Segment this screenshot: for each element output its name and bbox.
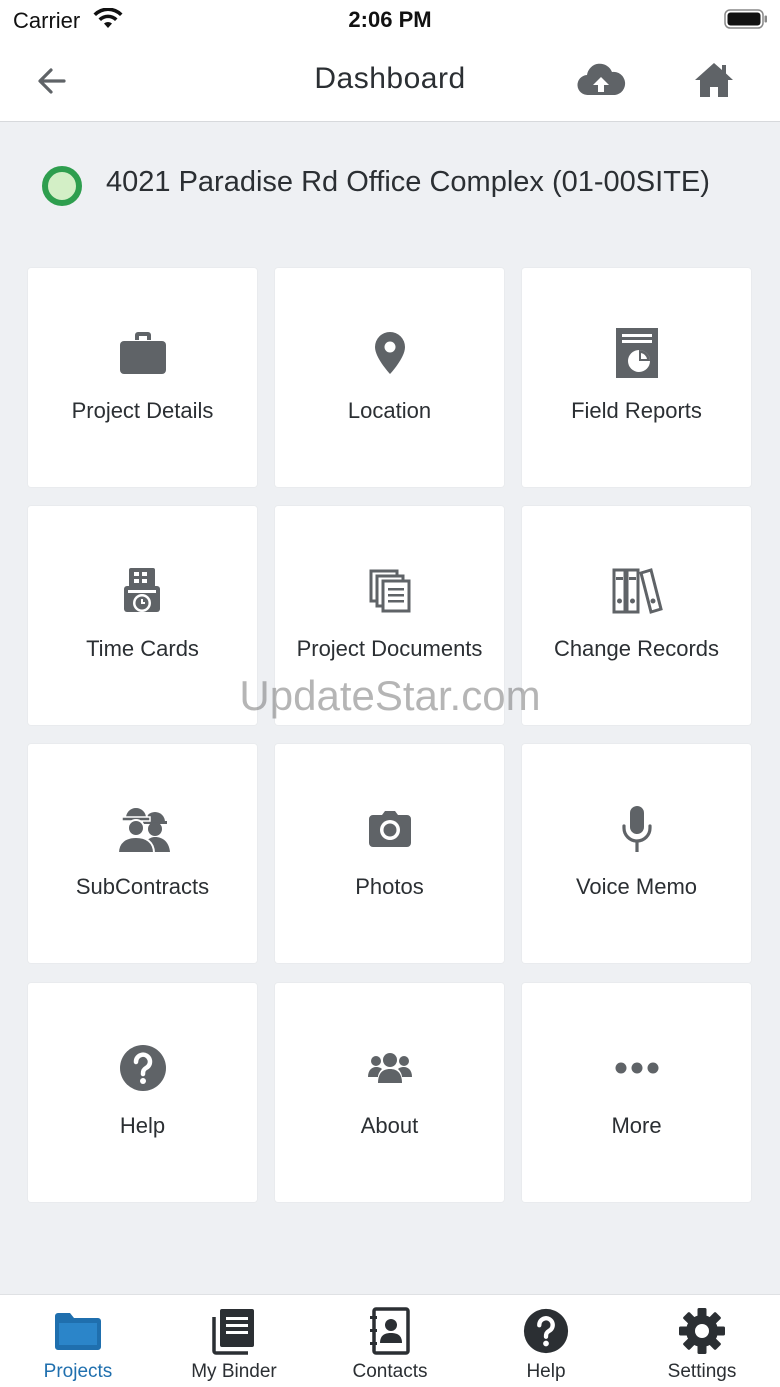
help-icon [518,1307,574,1355]
tab-label: Projects [43,1361,113,1382]
cloud-upload-button[interactable] [576,62,626,100]
tile-label: Change Records [553,636,720,661]
tab-help[interactable]: Help [468,1295,624,1387]
tile-label: Field Reports [571,398,702,423]
report-chart-icon [607,328,667,378]
briefcase-icon [113,328,173,378]
tile-location[interactable]: Location [275,268,504,487]
map-pin-icon [360,328,420,378]
tab-label: Settings [667,1361,737,1382]
tile-label: SubContracts [75,874,210,899]
workers-icon [113,804,173,854]
home-icon [695,63,733,97]
tile-label: Photos [355,874,424,899]
tile-photos[interactable]: Photos [275,744,504,963]
camera-icon [360,804,420,854]
tile-project-details[interactable]: Project Details [28,268,257,487]
home-button[interactable] [692,60,736,100]
tile-label: Project Documents [296,636,483,661]
project-status-indicator [42,166,82,206]
contacts-icon [362,1307,418,1355]
tab-projects[interactable]: Projects [0,1295,156,1387]
battery-icon [724,9,767,29]
tab-contacts[interactable]: Contacts [312,1295,468,1387]
clock: 2:06 PM [348,7,432,32]
project-header: 4021 Paradise Rd Office Complex (01-00SI… [0,122,780,246]
tile-change-records[interactable]: Change Records [522,506,751,725]
documents-icon [360,566,420,616]
tile-about[interactable]: About [275,983,504,1202]
ellipsis-icon [607,1043,667,1093]
tile-label: Location [347,398,432,423]
tile-subcontracts[interactable]: SubContracts [28,744,257,963]
tab-label: Contacts [352,1361,428,1382]
tile-time-cards[interactable]: Time Cards [28,506,257,725]
folder-icon [50,1307,106,1355]
tile-label: Project Details [71,398,214,423]
tab-my-binder[interactable]: My Binder [156,1295,312,1387]
navigation-bar: Dashboard [0,40,780,122]
tile-field-reports[interactable]: Field Reports [522,268,751,487]
tab-bar: Projects My Binder Contacts Help Setting… [0,1294,780,1387]
tile-label: About [360,1113,419,1138]
tile-help[interactable]: Help [28,983,257,1202]
tile-voice-memo[interactable]: Voice Memo [522,744,751,963]
gear-icon [674,1307,730,1355]
tile-label: Help [119,1113,166,1138]
people-icon [360,1043,420,1093]
binder-icon [206,1307,262,1355]
tab-settings[interactable]: Settings [624,1295,780,1387]
tile-label: Time Cards [86,636,199,661]
tile-project-documents[interactable]: Project Documents [275,506,504,725]
tile-more[interactable]: More [522,983,751,1202]
help-circle-icon [113,1043,173,1093]
page-title: Dashboard [314,62,466,95]
binders-icon [607,566,667,616]
time-card-icon [113,566,173,616]
tile-label: More [611,1113,662,1138]
tile-label: Voice Memo [575,874,698,899]
tab-label: Help [526,1361,566,1382]
tab-label: My Binder [191,1361,277,1382]
microphone-icon [607,804,667,854]
project-name: 4021 Paradise Rd Office Complex (01-00SI… [106,166,710,198]
cloud-upload-icon [577,63,626,96]
status-bar: Carrier 2:06 PM [0,0,780,40]
